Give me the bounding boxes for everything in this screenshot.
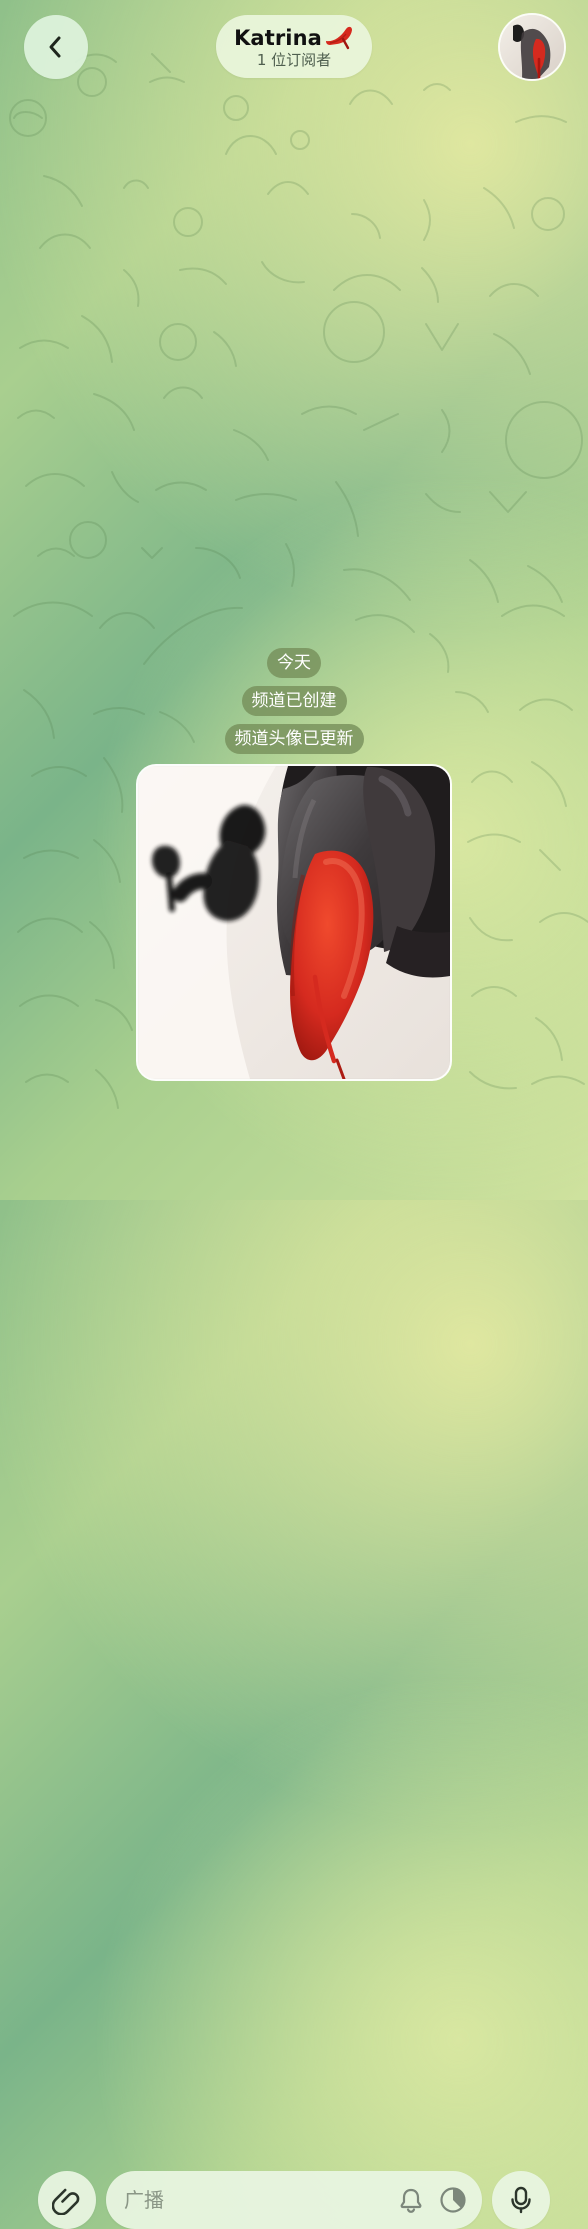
back-button[interactable] <box>24 15 88 79</box>
subscriber-count: 1 位订阅者 <box>256 51 332 69</box>
date-separator: 今天 <box>267 648 321 678</box>
notification-toggle[interactable] <box>396 2185 426 2215</box>
chevron-left-icon <box>49 36 61 58</box>
microphone-icon <box>511 2186 531 2214</box>
avatar-image <box>500 15 564 79</box>
channel-title-pill[interactable]: Katrina 1 位订阅者 <box>216 15 372 78</box>
message-composer[interactable] <box>106 2171 482 2229</box>
timer-icon <box>440 2187 466 2213</box>
paperclip-icon <box>52 2188 80 2215</box>
bell-icon <box>400 2188 422 2213</box>
channel-name: Katrina <box>234 25 322 50</box>
message-photo <box>138 766 450 1079</box>
bottom-bar <box>0 1070 588 2229</box>
service-messages: 今天 频道已创建 频道头像已更新 <box>0 648 588 754</box>
top-bar: Katrina 1 位订阅者 <box>0 0 588 110</box>
broadcast-input[interactable] <box>124 2171 374 2229</box>
channel-title-row: Katrina <box>234 25 354 51</box>
timer-button[interactable] <box>438 2185 468 2215</box>
attach-button[interactable] <box>38 2171 96 2229</box>
photo-message[interactable] <box>138 766 450 1079</box>
voice-record-button[interactable] <box>492 2171 550 2229</box>
channel-created-notice: 频道已创建 <box>241 686 347 716</box>
channel-avatar[interactable] <box>500 15 564 79</box>
high-heel-icon <box>325 26 352 50</box>
avatar-updated-notice: 频道头像已更新 <box>224 724 364 754</box>
